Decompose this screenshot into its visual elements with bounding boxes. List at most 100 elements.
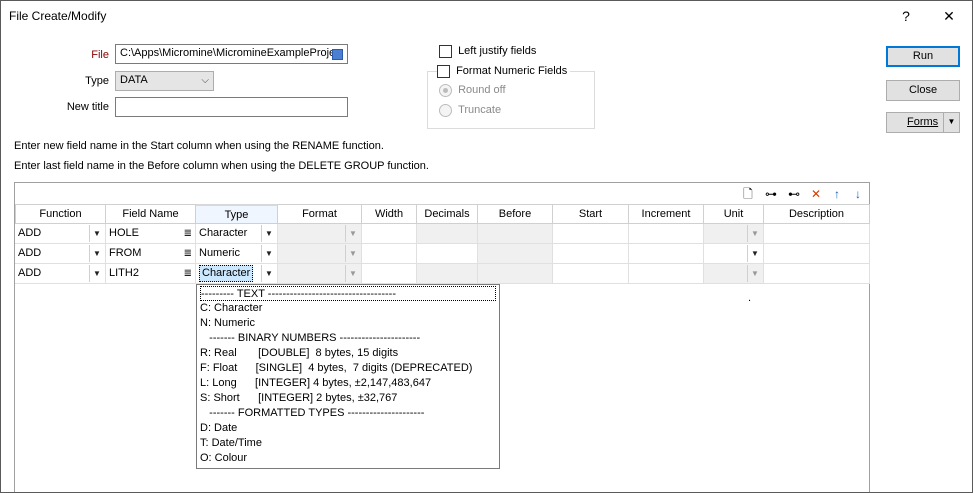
help-button[interactable]: ? [894, 5, 918, 27]
table-row-cell-width[interactable] [362, 244, 417, 264]
truncate-label: Truncate [458, 104, 502, 117]
dropdown-arrow-icon[interactable]: ▼ [747, 245, 762, 262]
format-numeric-option[interactable]: Format Numeric Fields [437, 65, 571, 78]
table-row-cell-description[interactable] [764, 224, 870, 244]
menu-icon[interactable]: ≣ [184, 264, 192, 283]
col-header-field-name[interactable]: Field Name [106, 204, 196, 224]
table-row-cell-start[interactable] [553, 264, 629, 284]
col-header-decimals[interactable]: Decimals [417, 204, 478, 224]
table-row-cell-function[interactable]: ADD ▼ [15, 244, 106, 264]
dropdown-arrow-icon[interactable]: ▼ [261, 225, 276, 242]
round-off-radio[interactable] [439, 84, 452, 97]
format-numeric-checkbox[interactable] [437, 65, 450, 78]
dropdown-arrow-icon[interactable]: ▼ [89, 245, 104, 262]
list-item-short[interactable]: S: Short [INTEGER] 2 bytes, ±32,767 [200, 391, 496, 406]
append-row-icon[interactable]: ⊷ [786, 186, 802, 202]
dropdown-arrow-icon: ▼ [345, 225, 360, 242]
window-title: File Create/Modify [9, 9, 107, 23]
col-header-before[interactable]: Before [478, 204, 553, 224]
browse-icon[interactable] [332, 49, 343, 60]
dropdown-arrow-icon[interactable]: ▼ [261, 265, 276, 282]
dropdown-arrow-icon: ▼ [747, 265, 762, 282]
list-item-date[interactable]: D: Date [200, 421, 496, 436]
truncate-radio[interactable] [439, 104, 452, 117]
new-title-label: New title [66, 101, 109, 113]
list-item-datetime[interactable]: T: Date/Time [200, 436, 496, 451]
col-header-unit[interactable]: Unit [704, 204, 764, 224]
left-justify-checkbox[interactable] [439, 45, 452, 58]
left-justify-option[interactable]: Left justify fields [439, 45, 536, 58]
insert-row-icon[interactable]: ⊶ [763, 186, 779, 202]
type-label: Type [85, 75, 109, 87]
list-item-real[interactable]: R: Real [DOUBLE] 8 bytes, 15 digits [200, 346, 496, 361]
list-item-binary-header[interactable]: ------- BINARY NUMBERS -----------------… [200, 331, 496, 346]
list-item-numeric[interactable]: N: Numeric [200, 316, 496, 331]
table-row-cell-increment[interactable] [629, 264, 704, 284]
table-row-cell-decimals[interactable] [417, 244, 478, 264]
run-button[interactable]: Run [886, 46, 960, 67]
table-row-cell-format: ▼ [278, 244, 362, 264]
list-item-character[interactable]: C: Character [200, 301, 496, 316]
dropdown-arrow-icon: ▼ [345, 245, 360, 262]
table-row-cell-unit[interactable]: ▼ [704, 244, 764, 264]
menu-icon[interactable]: ≣ [184, 244, 192, 263]
table-row-cell-decimals [417, 264, 478, 284]
round-off-option[interactable]: Round off [439, 84, 506, 97]
table-row-cell-start[interactable] [553, 244, 629, 264]
table-row-cell-field-name[interactable]: LITH2 ≣ [106, 264, 196, 284]
table-row-cell-field-name[interactable]: HOLE ≣ [106, 224, 196, 244]
round-off-label: Round off [458, 84, 506, 97]
file-input[interactable]: C:\Apps\Micromine\MicromineExampleProje [115, 44, 348, 64]
type-select[interactable]: DATA ⌵ [115, 71, 214, 91]
list-item-text-header[interactable]: --------- TEXT -------------------------… [200, 286, 496, 301]
table-row-cell-function[interactable]: ADD ▼ [15, 264, 106, 284]
table-row-cell-format: ▼ [278, 264, 362, 284]
table-row-cell-type-active[interactable]: Character ▼ [196, 264, 278, 284]
dropdown-arrow-icon[interactable]: ▼ [261, 245, 276, 262]
dropdown-arrow-icon[interactable]: ▼ [89, 225, 104, 242]
cell-text: ADD [18, 267, 42, 279]
col-header-increment[interactable]: Increment [629, 204, 704, 224]
delete-row-icon[interactable]: ✕ [808, 186, 824, 202]
table-row-cell-type[interactable]: Numeric ▼ [196, 244, 278, 264]
table-row-cell-increment[interactable] [629, 224, 704, 244]
move-down-icon[interactable]: ↓ [850, 186, 866, 202]
col-header-type[interactable]: Type [196, 204, 278, 224]
new-title-input[interactable] [115, 97, 348, 117]
forms-button[interactable]: Forms ▼ [886, 112, 960, 133]
col-header-description[interactable]: Description [764, 204, 870, 224]
list-item-float[interactable]: F: Float [SINGLE] 4 bytes, 7 digits (DEP… [200, 361, 496, 376]
table-row-cell-width[interactable] [362, 224, 417, 244]
cell-text: FROM [109, 247, 142, 259]
list-item-long[interactable]: L: Long [INTEGER] 4 bytes, ±2,147,483,64… [200, 376, 496, 391]
col-header-function[interactable]: Function [15, 204, 106, 224]
forms-menu-arrow-icon[interactable]: ▼ [943, 113, 959, 132]
table-row-cell-increment[interactable] [629, 244, 704, 264]
table-row-cell-unit: ▼ [704, 224, 764, 244]
truncate-option[interactable]: Truncate [439, 104, 501, 117]
table-row-cell-width[interactable] [362, 264, 417, 284]
table-row-cell-function[interactable]: ADD ▼ [15, 224, 106, 244]
close-window-button[interactable]: ✕ [937, 5, 961, 27]
type-dropdown-list[interactable]: --------- TEXT -------------------------… [196, 284, 500, 469]
table-row-cell-type[interactable]: Character ▼ [196, 224, 278, 244]
dropdown-arrow-icon[interactable]: ▼ [89, 265, 104, 282]
close-button[interactable]: Close [886, 80, 960, 101]
format-numeric-label: Format Numeric Fields [456, 65, 568, 78]
table-row-cell-start[interactable] [553, 224, 629, 244]
table-row-cell-description[interactable] [764, 264, 870, 284]
menu-icon[interactable]: ≣ [184, 224, 192, 243]
list-item-formatted-header[interactable]: ------- FORMATTED TYPES ----------------… [200, 406, 496, 421]
move-up-icon[interactable]: ↑ [829, 186, 845, 202]
table-row-cell-before [478, 244, 553, 264]
list-item-colour[interactable]: O: Colour [200, 451, 496, 466]
col-header-width[interactable]: Width [362, 204, 417, 224]
new-row-icon[interactable]: 🗋 [740, 186, 756, 202]
table-row-cell-field-name[interactable]: FROM ≣ [106, 244, 196, 264]
col-header-start[interactable]: Start [553, 204, 629, 224]
table-row-cell-description[interactable] [764, 244, 870, 264]
file-label: File [91, 49, 109, 61]
dropdown-arrow-icon: ▼ [747, 225, 762, 242]
col-header-format[interactable]: Format [278, 204, 362, 224]
table-row-cell-before [478, 264, 553, 284]
